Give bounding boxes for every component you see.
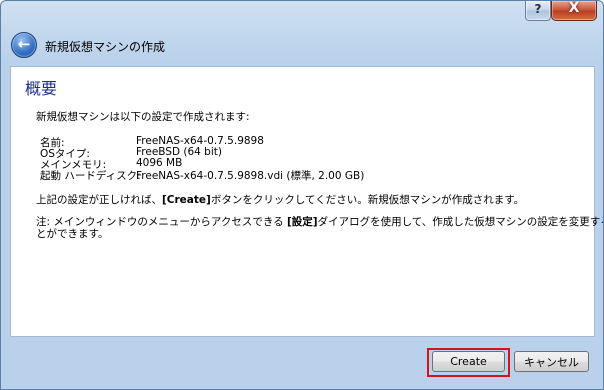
confirm-text-post: ボタンをクリックしてください。新規仮想マシンが作成されます。: [210, 194, 525, 206]
wizard-title: 新規仮想マシンの作成: [45, 40, 166, 54]
note-text-mid: ダイアログを使用して、作成した仮想マシンの設定を変更するこ: [317, 216, 604, 228]
create-button[interactable]: Create: [432, 351, 505, 372]
cancel-button[interactable]: キャンセル: [514, 351, 589, 372]
setting-label-boot-disk: 起動 ハードディスク:: [40, 170, 141, 182]
confirm-text: 上記の設定が正しければ、[Create]ボタンをクリックしてください。新規仮想マ…: [36, 192, 524, 207]
note-text-line2: とができます。: [36, 228, 109, 240]
wizard-header: ← 新規仮想マシンの作成: [1, 27, 603, 65]
wizard-window: ? X ← 新規仮想マシンの作成 概要 新規仮想マシンは以下の設定で作成されます…: [0, 0, 604, 390]
question-icon: ?: [534, 2, 542, 16]
confirm-text-pre: 上記の設定が正しければ、: [36, 194, 162, 206]
back-arrow-icon: ←: [17, 35, 31, 53]
setting-value-boot-disk: FreeNAS-x64-0.7.5.9898.vdi (標準, 2.00 GB): [136, 170, 365, 182]
intro-text: 新規仮想マシンは以下の設定で作成されます:: [36, 111, 250, 123]
page-heading: 概要: [25, 79, 58, 98]
button-bar: [1, 335, 603, 389]
note-text-line1: 注: メインウィンドウのメニューからアクセスできる [設定]ダイアログを使用して…: [36, 214, 604, 229]
confirm-text-bold: [Create]: [162, 194, 211, 206]
back-button[interactable]: ←: [11, 32, 37, 58]
help-button[interactable]: ?: [525, 1, 551, 21]
note-text-bold: [設定]: [286, 216, 318, 228]
close-icon: X: [568, 0, 580, 16]
close-button[interactable]: X: [551, 1, 597, 21]
title-bar: ? X: [1, 1, 603, 27]
